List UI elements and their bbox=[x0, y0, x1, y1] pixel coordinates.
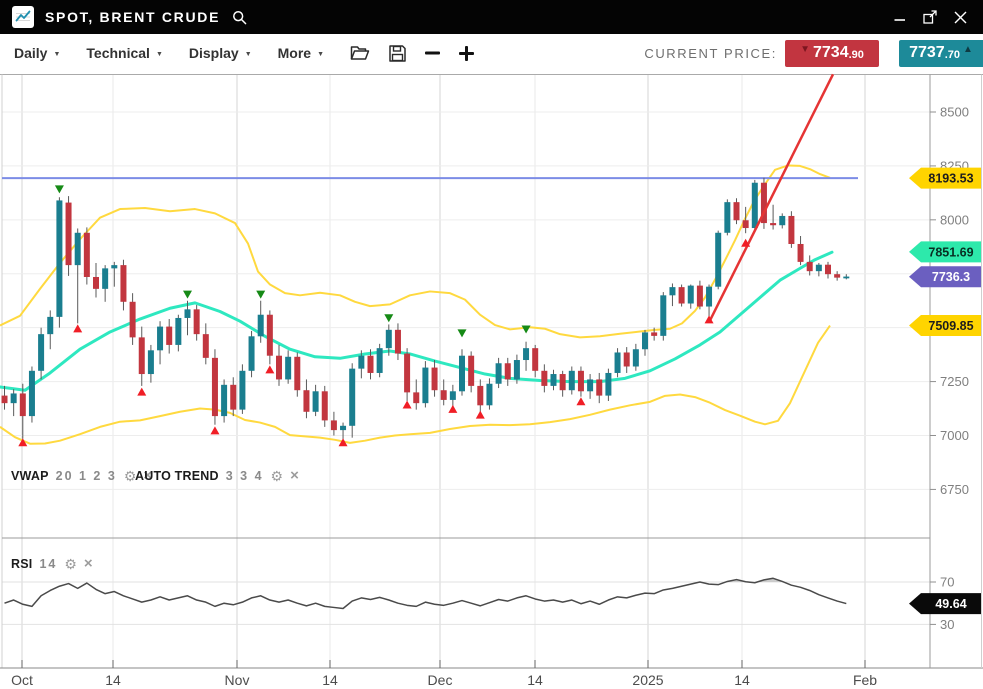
svg-text:Dec: Dec bbox=[428, 672, 453, 688]
svg-text:8000: 8000 bbox=[940, 212, 969, 227]
svg-text:7000: 7000 bbox=[940, 428, 969, 443]
auto-trend-settings-gear-icon[interactable]: ⚙ bbox=[271, 469, 284, 483]
window-title: SPOT, BRENT CRUDE bbox=[45, 9, 220, 25]
trading-app-window: { "window": {"title": "SPOT, BRENT CRUDE… bbox=[0, 0, 983, 689]
open-folder-icon[interactable] bbox=[350, 45, 370, 61]
svg-text:7509.85: 7509.85 bbox=[928, 319, 973, 333]
chevron-down-icon: ▼ bbox=[317, 49, 324, 58]
chart-canvas[interactable]: 8500825080007250700067507030Oct14Nov14De… bbox=[0, 0, 983, 689]
svg-text:30: 30 bbox=[940, 617, 954, 632]
zoom-out-icon[interactable] bbox=[425, 51, 440, 55]
svg-text:Nov: Nov bbox=[225, 672, 250, 688]
current-price-label: CURRENT PRICE: bbox=[644, 46, 777, 61]
search-icon[interactable] bbox=[232, 10, 247, 25]
svg-text:14: 14 bbox=[322, 672, 338, 688]
display-dropdown[interactable]: Display ▼ bbox=[189, 45, 252, 61]
svg-text:49.64: 49.64 bbox=[935, 597, 966, 611]
auto-trend-legend: AUTO TREND 3 3 4 ⚙ × bbox=[135, 468, 299, 483]
rsi-settings-gear-icon[interactable]: ⚙ bbox=[64, 557, 77, 571]
svg-text:8193.53: 8193.53 bbox=[928, 172, 973, 186]
rsi-remove-icon[interactable]: × bbox=[84, 556, 93, 571]
technical-dropdown[interactable]: Technical ▼ bbox=[86, 45, 162, 61]
titlebar: SPOT, BRENT CRUDE bbox=[0, 0, 983, 34]
svg-text:14: 14 bbox=[527, 672, 543, 688]
window-controls bbox=[894, 10, 971, 24]
auto-trend-remove-icon[interactable]: × bbox=[290, 468, 299, 483]
close-icon[interactable] bbox=[954, 11, 967, 24]
toolbar: Daily ▼ Technical ▼ Display ▼ More ▼ CUR… bbox=[0, 34, 983, 72]
svg-text:14: 14 bbox=[734, 672, 750, 688]
svg-text:7736.3: 7736.3 bbox=[932, 270, 970, 284]
zoom-in-icon[interactable] bbox=[459, 46, 474, 61]
chevron-down-icon: ▼ bbox=[53, 49, 60, 58]
ask-price-badge[interactable]: 7737 .70 ▲ bbox=[899, 40, 983, 67]
chevron-down-icon: ▼ bbox=[156, 49, 163, 58]
app-logo-icon bbox=[12, 6, 34, 28]
minimize-button[interactable] bbox=[894, 11, 906, 23]
svg-text:14: 14 bbox=[105, 672, 121, 688]
svg-text:2025: 2025 bbox=[632, 672, 663, 688]
arrow-down-icon: ▼ bbox=[800, 44, 810, 55]
svg-text:6750: 6750 bbox=[940, 482, 969, 497]
arrow-up-icon: ▲ bbox=[963, 44, 973, 55]
popout-button[interactable] bbox=[923, 10, 937, 24]
svg-text:70: 70 bbox=[940, 575, 954, 590]
timeframe-dropdown[interactable]: Daily ▼ bbox=[14, 45, 60, 61]
svg-text:7250: 7250 bbox=[940, 374, 969, 389]
svg-text:7851.69: 7851.69 bbox=[928, 245, 973, 259]
bid-price-badge[interactable]: ▼ 7734 .90 bbox=[785, 40, 879, 67]
svg-text:Feb: Feb bbox=[853, 672, 877, 688]
svg-text:8500: 8500 bbox=[940, 105, 969, 120]
rsi-legend: RSI 14 ⚙ × bbox=[11, 556, 93, 571]
more-dropdown[interactable]: More ▼ bbox=[278, 45, 324, 61]
chevron-down-icon: ▼ bbox=[245, 49, 252, 58]
vwap-legend: VWAP 20 1 2 3 ⚙ × bbox=[11, 468, 152, 483]
svg-text:Oct: Oct bbox=[11, 672, 33, 688]
save-icon[interactable] bbox=[389, 45, 406, 62]
